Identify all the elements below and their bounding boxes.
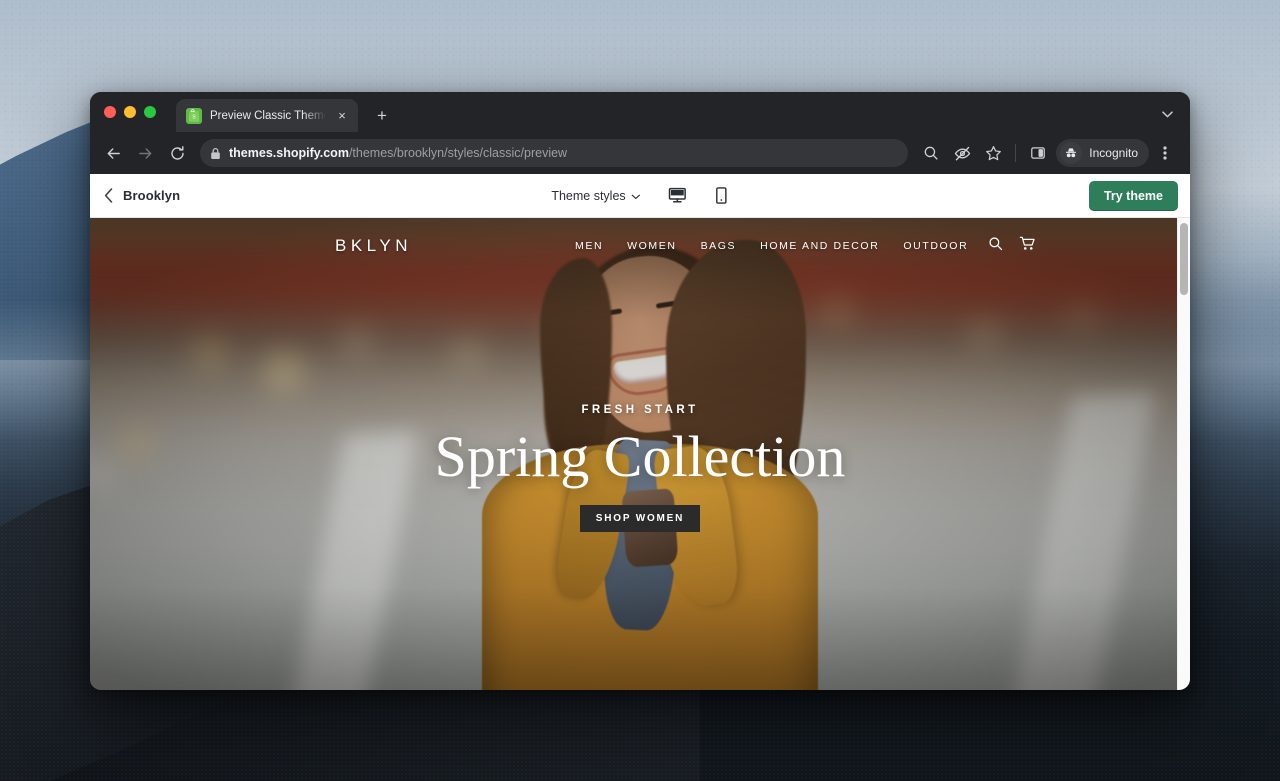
browser-tab[interactable]: S Preview Classic Theme - Brooklyn × — [176, 99, 358, 132]
store-header: BKLYN MEN WOMEN BAGS HOME AND DECOR OUTD… — [90, 218, 1190, 274]
profile-label: Incognito — [1089, 146, 1138, 160]
forward-arrow-icon[interactable] — [130, 138, 160, 168]
star-icon[interactable] — [978, 138, 1008, 168]
theme-styles-label: Theme styles — [551, 188, 626, 203]
maximize-window-button[interactable] — [144, 106, 156, 118]
preview-bar-right: Try theme — [1088, 180, 1178, 211]
address-bar[interactable]: themes.shopify.com/themes/brooklyn/style… — [200, 139, 909, 167]
search-icon[interactable] — [916, 138, 946, 168]
chevron-down-icon[interactable] — [1154, 101, 1180, 127]
browser-tab-strip: S Preview Classic Theme - Brooklyn × + — [90, 92, 1190, 132]
store-header-icons — [988, 236, 1036, 256]
close-tab-button[interactable]: × — [334, 108, 350, 124]
nav-item-bags[interactable]: BAGS — [701, 240, 737, 252]
svg-text:S: S — [192, 114, 195, 120]
preview-scrollbar[interactable] — [1177, 218, 1190, 690]
close-window-button[interactable] — [104, 106, 116, 118]
address-bar-path: /themes/brooklyn/styles/classic/preview — [348, 146, 568, 160]
search-icon[interactable] — [988, 236, 1003, 256]
three-dot-menu-icon[interactable] — [1150, 138, 1180, 168]
chevron-left-icon[interactable] — [104, 188, 113, 203]
nav-item-outdoor[interactable]: OUTDOOR — [903, 240, 968, 252]
back-arrow-icon[interactable] — [98, 138, 128, 168]
browser-tab-title: Preview Classic Theme - Brooklyn — [210, 109, 326, 122]
address-bar-host: themes.shopify.com — [229, 146, 349, 160]
page-title: Brooklyn — [123, 188, 181, 203]
desktop-monitor-icon[interactable] — [665, 183, 691, 209]
nav-item-men[interactable]: MEN — [575, 240, 603, 252]
store-navigation: MEN WOMEN BAGS HOME AND DECOR OUTDOOR — [575, 240, 968, 252]
theme-preview-bar: Brooklyn Theme styles Try theme — [90, 174, 1190, 218]
store-logo[interactable]: BKLYN — [335, 236, 412, 256]
window-controls — [102, 92, 162, 132]
browser-window: S Preview Classic Theme - Brooklyn × + — [90, 92, 1190, 690]
shopify-bag-icon: S — [186, 107, 202, 124]
toolbar-divider — [1015, 144, 1017, 162]
arrow-right-icon[interactable] — [918, 688, 940, 690]
incognito-icon — [1060, 142, 1083, 164]
reload-icon[interactable] — [162, 138, 192, 168]
minimize-window-button[interactable] — [124, 106, 136, 118]
eye-slash-icon[interactable] — [947, 138, 977, 168]
try-theme-button[interactable]: Try theme — [1088, 180, 1178, 211]
preview-bar-left: Brooklyn — [104, 188, 180, 203]
preview-bar-center: Theme styles — [545, 183, 734, 209]
arrow-left-icon[interactable] — [330, 688, 352, 690]
theme-preview-viewport: BKLYN MEN WOMEN BAGS HOME AND DECOR OUTD… — [90, 218, 1190, 690]
side-panel-icon[interactable] — [1023, 138, 1053, 168]
nav-item-home-and-decor[interactable]: HOME AND DECOR — [760, 240, 879, 252]
chevron-down-icon — [632, 189, 641, 203]
address-bar-url: themes.shopify.com/themes/brooklyn/style… — [229, 146, 567, 160]
shop-women-button[interactable]: SHOP WOMEN — [579, 504, 701, 532]
new-tab-button[interactable]: + — [368, 101, 396, 129]
nav-item-women[interactable]: WOMEN — [627, 240, 676, 252]
hero-copy: FRESH START Spring Collection SHOP WOMEN — [90, 404, 1190, 532]
toolbar-right-actions: Incognito — [916, 138, 1180, 168]
shopping-cart-icon[interactable] — [1019, 236, 1036, 256]
desktop-wallpaper: S Preview Classic Theme - Brooklyn × + — [0, 0, 1280, 781]
preview-scrollbar-thumb[interactable] — [1180, 223, 1188, 295]
lock-icon — [210, 147, 221, 160]
browser-toolbar: themes.shopify.com/themes/brooklyn/style… — [90, 132, 1190, 174]
hero-headline: Spring Collection — [434, 424, 846, 489]
theme-styles-dropdown[interactable]: Theme styles — [545, 185, 646, 207]
mobile-device-icon[interactable] — [709, 183, 735, 209]
profile-incognito-chip[interactable]: Incognito — [1056, 139, 1149, 167]
hero-eyebrow: FRESH START — [581, 404, 699, 416]
